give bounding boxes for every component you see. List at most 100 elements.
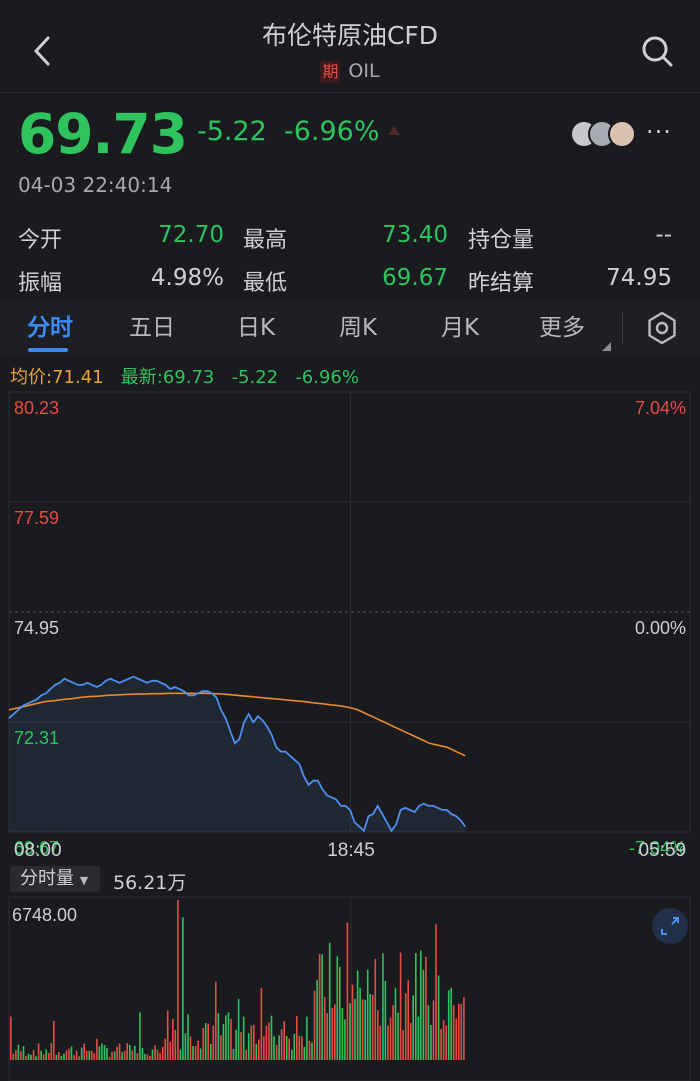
volume-bar <box>349 1003 351 1060</box>
volume-bar <box>53 1020 55 1060</box>
volume-bar <box>265 1025 268 1060</box>
volume-bar <box>293 1033 296 1060</box>
intraday-price-chart[interactable]: 80.2377.5974.9572.3169.677.04%0.00%-7.04… <box>0 388 700 868</box>
chart-legend: 均价:71.41 最新:69.73 -5.22 -6.96% <box>10 363 359 389</box>
volume-bar <box>346 922 349 1060</box>
app-root: 布伦特原油CFD 期 OIL 69.73 -5.22 -6.96% ··· 04-… <box>0 0 700 1081</box>
volume-bar <box>17 1044 20 1060</box>
volume-bar <box>78 1056 80 1060</box>
volume-bar <box>70 1046 73 1060</box>
volume-bar <box>328 942 331 1060</box>
prev-settle-value: 74.95 <box>606 265 672 291</box>
price-change: -5.22 <box>197 116 267 147</box>
volume-bar <box>161 1046 164 1060</box>
volume-bar <box>121 1052 123 1060</box>
y-tick-label: 77.59 <box>14 508 59 528</box>
volume-bar <box>27 1053 30 1060</box>
volume-bar <box>425 956 427 1060</box>
volume-bar <box>430 1025 432 1060</box>
x-tick-label: 18:45 <box>327 840 375 861</box>
volume-bar <box>417 1016 420 1060</box>
volume-bar <box>20 1051 22 1060</box>
more-options-icon[interactable]: ··· <box>646 118 672 146</box>
volume-bar <box>134 1045 136 1060</box>
high-label: 最高 <box>243 228 288 253</box>
volume-bar <box>397 1012 399 1060</box>
volume-bar <box>280 1029 283 1060</box>
volume-bar <box>75 1050 78 1060</box>
volume-bar <box>96 1038 98 1060</box>
tab-five-day[interactable]: 五日 <box>102 300 202 356</box>
volume-total: 56.21万 <box>113 872 187 894</box>
tab-separator <box>622 311 623 345</box>
volume-bar <box>301 1036 303 1060</box>
volume-bar <box>210 1044 212 1060</box>
volume-bar <box>336 956 339 1060</box>
volume-bar <box>156 1050 159 1060</box>
volume-bar <box>374 958 377 1060</box>
volume-selector[interactable]: 分时量 ▼ <box>10 866 100 892</box>
volume-bar <box>422 969 425 1060</box>
volume-bar <box>164 1038 166 1060</box>
search-icon[interactable] <box>640 34 674 68</box>
tab-daily-k[interactable]: 日K <box>206 300 306 356</box>
legend-average: 均价:71.41 <box>10 367 104 388</box>
volume-bar <box>65 1050 68 1060</box>
volume-bar <box>288 1038 290 1060</box>
volume-bar <box>412 995 414 1060</box>
watcher-avatars[interactable] <box>570 120 640 150</box>
volume-bar <box>435 924 437 1060</box>
volume-bar <box>392 1005 394 1060</box>
volume-bar <box>159 1053 161 1060</box>
volume-bar <box>136 1053 139 1060</box>
settings-icon[interactable] <box>646 311 678 345</box>
volume-bar <box>42 1054 45 1060</box>
volume-bar <box>339 966 341 1060</box>
volume-bar <box>108 1056 111 1060</box>
volume-bar <box>169 1041 172 1060</box>
low-value: 69.67 <box>382 265 448 291</box>
volume-bar <box>232 1049 235 1060</box>
volume-bar <box>146 1054 149 1060</box>
price-area-fill <box>9 676 466 832</box>
volume-bar <box>98 1046 101 1060</box>
volume-bar <box>291 1049 293 1060</box>
tab-monthly-k[interactable]: 月K <box>410 300 510 356</box>
high-value: 73.40 <box>382 222 448 248</box>
tab-weekly-k[interactable]: 周K <box>308 300 408 356</box>
volume-chart[interactable]: 6748.00 <box>0 862 700 1081</box>
volume-bar <box>144 1053 146 1060</box>
volume-bar <box>126 1043 128 1060</box>
volume-bar <box>45 1049 47 1060</box>
volume-bar <box>268 1022 270 1060</box>
y-tick-label: 74.95 <box>14 618 59 638</box>
volume-bar <box>141 1047 144 1060</box>
volume-bar <box>194 1045 197 1060</box>
volume-bar <box>387 1025 389 1060</box>
volume-bar <box>354 998 356 1060</box>
open-label: 今开 <box>18 228 63 253</box>
volume-bar <box>371 994 374 1060</box>
volume-bar <box>285 1035 288 1060</box>
volume-bar <box>192 1046 194 1060</box>
volume-bar <box>88 1050 91 1060</box>
volume-bar <box>15 1049 17 1060</box>
volume-bar <box>184 1033 187 1060</box>
tab-more[interactable]: 更多 <box>512 300 612 356</box>
volume-bar <box>154 1045 156 1060</box>
volume-bar <box>318 954 321 1060</box>
volume-bar <box>227 1012 230 1060</box>
low-label: 最低 <box>243 271 288 296</box>
more-dropdown-icon <box>602 342 611 351</box>
volume-bar <box>225 1015 227 1060</box>
volume-bar <box>80 1047 83 1060</box>
volume-bar <box>93 1053 96 1060</box>
expand-icon[interactable] <box>652 908 688 944</box>
x-tick-label: 05:59 <box>638 840 686 861</box>
futures-badge: 期 <box>320 61 341 83</box>
volume-bar <box>447 990 450 1060</box>
volume-bar <box>58 1052 60 1060</box>
volume-bar <box>303 1046 306 1060</box>
volume-bar <box>32 1050 35 1060</box>
volume-bar <box>247 1033 250 1060</box>
